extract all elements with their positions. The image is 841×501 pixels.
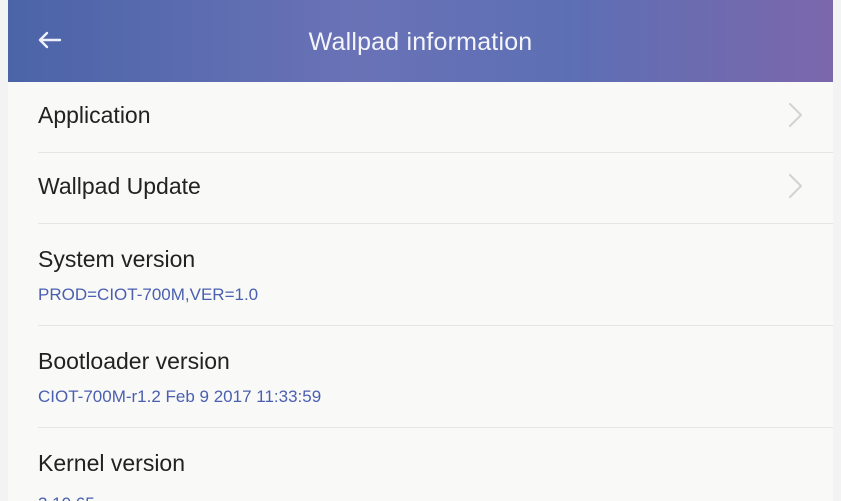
chevron-right-icon [787,171,805,201]
info-item-title: Bootloader version [38,348,230,374]
header-bar: Wallpad information [8,0,833,82]
list-item-application[interactable]: Application [8,82,833,152]
list-item-title: Wallpad Update [38,173,201,199]
chevron-right-icon [787,100,805,130]
list-item-title: Application [38,102,151,128]
info-item-value: 3.10.65 [38,493,813,501]
list-item-wallpad-update[interactable]: Wallpad Update [8,153,833,223]
info-item-kernel-version: Kernel version 3.10.65 [8,428,833,501]
info-item-value: PROD=CIOT-700M,VER=1.0 [38,285,259,304]
info-item-value: CIOT-700M-r1.2 Feb 9 2017 11:33:59 [38,387,322,406]
page-title: Wallpad information [308,28,533,56]
info-item-system-version: System version PROD=CIOT-700M,VER=1.0 [8,224,833,324]
info-item-title: Kernel version [38,450,186,476]
info-item-bootloader-version: Bootloader version CIOT-700M-r1.2 Feb 9 … [8,326,833,426]
settings-list: Application Wallpad Update System versio… [8,82,833,501]
info-item-title: System version [38,246,196,272]
